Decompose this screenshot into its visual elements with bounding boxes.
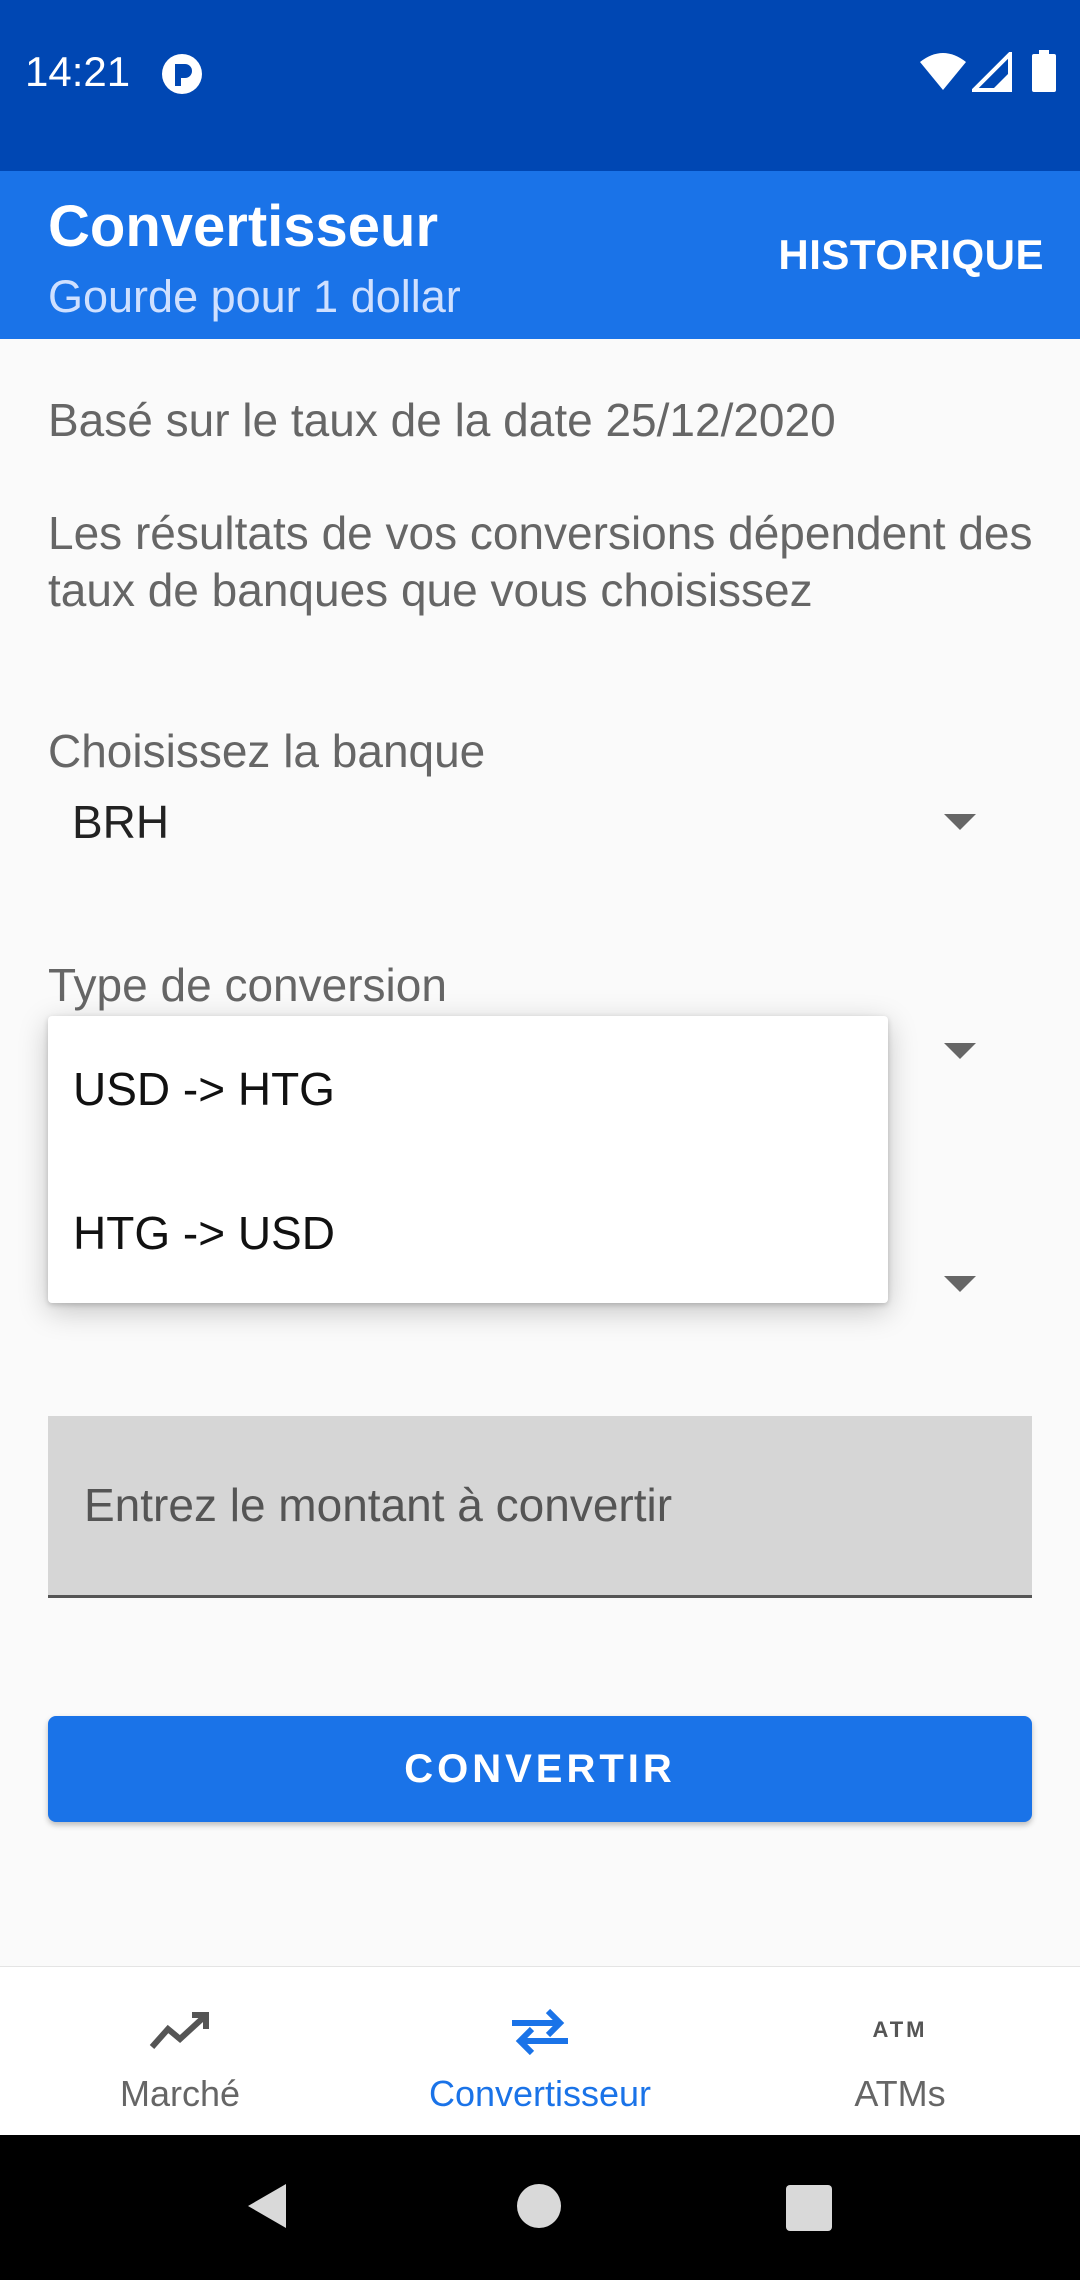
bank-label: Choisissez la banque	[48, 725, 486, 777]
bank-spinner[interactable]: BRH	[48, 780, 1032, 860]
app-bar: Convertisseur Gourde pour 1 dollar HISTO…	[0, 171, 1080, 339]
nav-item-atms[interactable]: ATM ATMs	[720, 1967, 1080, 2136]
status-bar: 14:21	[0, 0, 1080, 171]
chevron-down-icon	[944, 1276, 976, 1292]
option-usd-to-htg[interactable]: USD -> HTG	[73, 1062, 335, 1116]
history-button[interactable]: HISTORIQUE	[778, 231, 1044, 279]
bottom-navigation: Marché Convertisseur ATM ATMs	[0, 1966, 1080, 2136]
amount-placeholder: Entrez le montant à convertir	[84, 1479, 673, 1531]
system-navigation-bar	[0, 2135, 1080, 2280]
nav-item-marche[interactable]: Marché	[0, 1967, 360, 2136]
status-time: 14:21	[25, 48, 131, 95]
conversion-type-dropdown: USD -> HTG HTG -> USD	[48, 1016, 888, 1303]
nav-label-marche: Marché	[119, 2073, 241, 2114]
trending-up-icon	[149, 2012, 209, 2049]
option-htg-to-usd[interactable]: HTG -> USD	[73, 1206, 335, 1260]
rate-date-text: Basé sur le taux de la date 25/12/2020	[48, 394, 836, 446]
amount-input[interactable]: Entrez le montant à convertir	[48, 1416, 1032, 1598]
convert-button[interactable]: CONVERTIR	[48, 1716, 1032, 1822]
nav-label-atms: ATMs	[854, 2073, 946, 2114]
chevron-down-icon	[944, 814, 976, 830]
wifi-icon	[920, 53, 966, 90]
home-icon[interactable]	[516, 2183, 562, 2229]
recents-icon[interactable]	[786, 2185, 832, 2231]
page-subtitle: Gourde pour 1 dollar	[48, 271, 461, 322]
swap-arrows-icon	[512, 2008, 568, 2055]
cell-signal-icon	[972, 52, 1012, 92]
back-icon[interactable]	[246, 2182, 288, 2230]
conversion-type-label: Type de conversion	[48, 959, 447, 1011]
disclaimer-text: Les résultats de vos conversions dépende…	[48, 507, 1033, 616]
chevron-down-icon	[944, 1043, 976, 1059]
battery-icon	[1032, 50, 1056, 92]
app-notification-icon	[162, 54, 202, 94]
page-title: Convertisseur	[48, 194, 439, 259]
atm-icon: ATM	[872, 2017, 928, 2042]
nav-item-convertisseur[interactable]: Convertisseur	[360, 1967, 720, 2136]
nav-label-convertisseur: Convertisseur	[428, 2073, 652, 2114]
bank-spinner-value: BRH	[72, 796, 170, 848]
